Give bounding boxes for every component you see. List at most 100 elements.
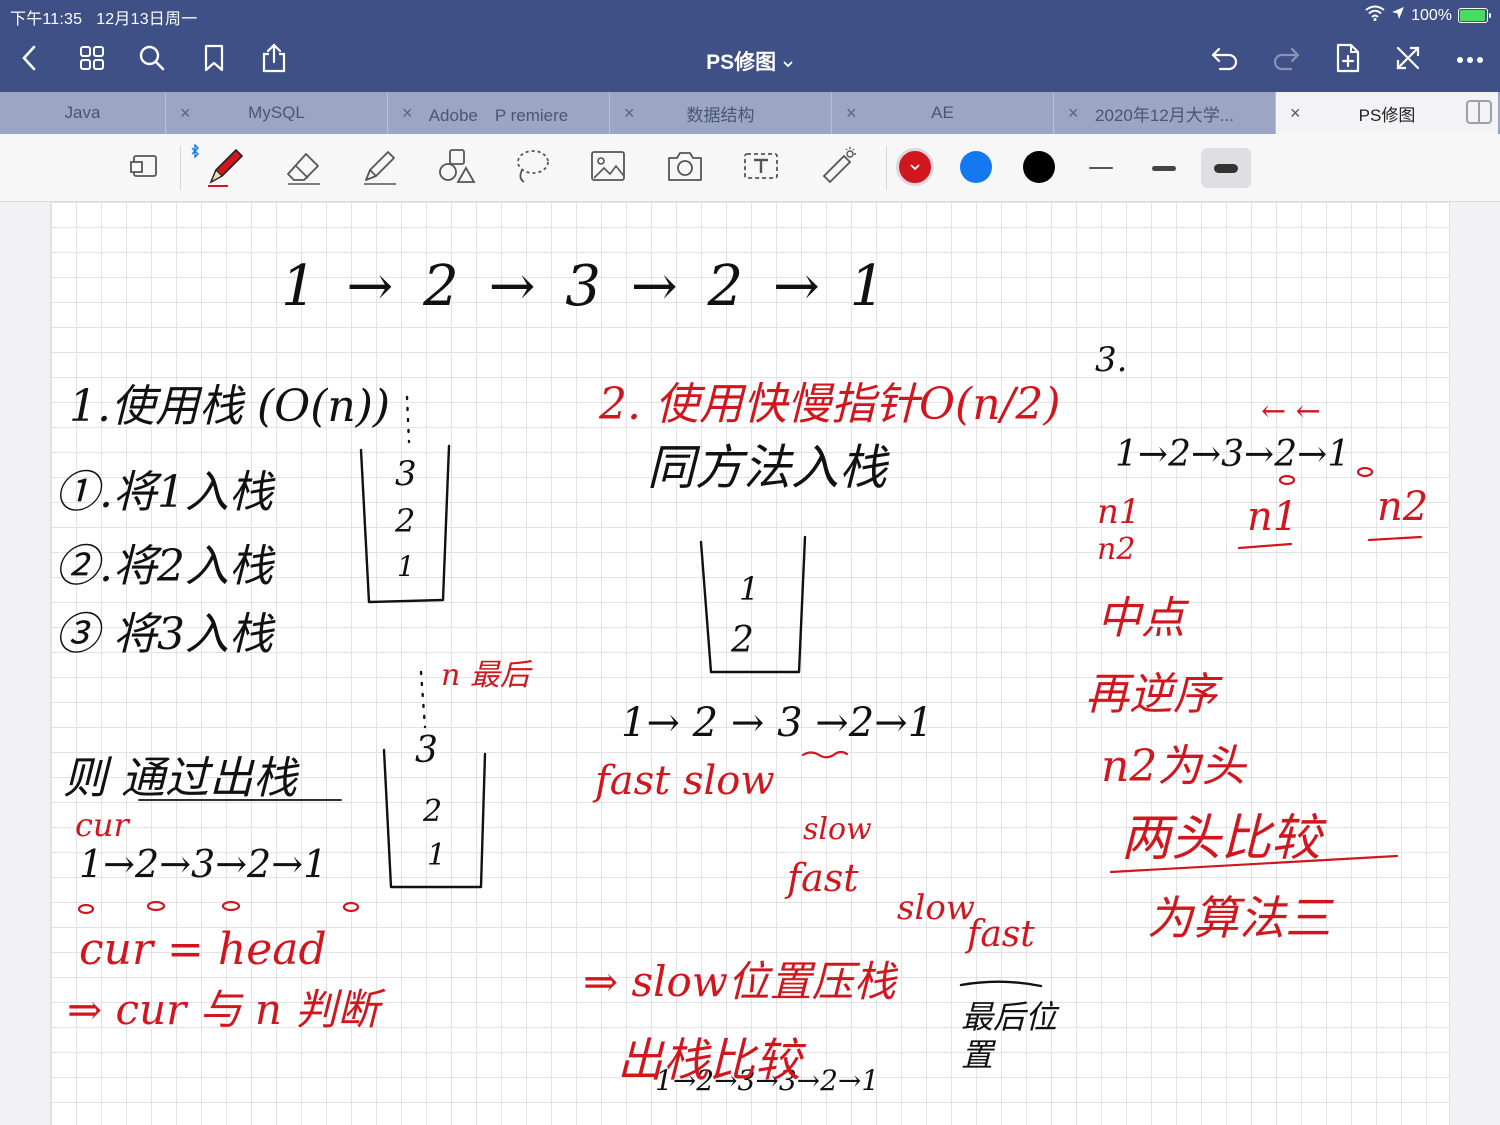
bookmark-icon <box>203 44 225 77</box>
note-fast-slow: fast slow <box>595 758 775 804</box>
battery-icon <box>1458 8 1491 23</box>
redo-button[interactable] <box>1268 42 1304 78</box>
text-box-icon <box>741 148 781 189</box>
tab-ae[interactable]: × AE <box>832 92 1054 134</box>
undo-icon <box>1210 45 1240 76</box>
share-button[interactable] <box>256 42 292 78</box>
tab-data-structures[interactable]: × 数据结构 <box>610 92 832 134</box>
lasso-icon <box>512 146 552 191</box>
redo-icon <box>1271 45 1301 76</box>
battery-level <box>1460 10 1485 21</box>
note-compare-ends: 两头比较 <box>1121 809 1321 867</box>
grid-icon <box>79 45 105 76</box>
eraser-icon <box>284 146 324 191</box>
tab-close-icon[interactable]: × <box>846 103 857 124</box>
tab-label: MySQL <box>248 103 305 122</box>
note-list-right: 1→2→3→2→1 <box>1115 434 1351 475</box>
medium-line-icon <box>1152 165 1176 171</box>
thin-line-icon <box>1089 167 1113 169</box>
stack1-item: 2 <box>395 502 416 540</box>
note-method3: 3. <box>1095 340 1128 380</box>
expand-button[interactable] <box>1390 42 1426 78</box>
tab-label: Adobe P remiere <box>428 105 569 125</box>
stack3-item: 2 <box>731 620 754 661</box>
document-title-text: PS修图 <box>706 51 777 74</box>
color-swatch-black[interactable] <box>1023 151 1055 183</box>
tab-label: 2020年12月大学... <box>1095 105 1234 125</box>
stack2-item: 2 <box>423 794 443 829</box>
note-pop-stack: 则 通过出栈 <box>63 753 297 804</box>
note-cur-n: ⇒ cur 与 n 判断 <box>67 985 380 1034</box>
note-arrows: ← ← <box>1261 394 1321 429</box>
eraser-tool[interactable] <box>282 146 326 190</box>
document-toolbar: PS修图 <box>0 28 1500 92</box>
read-only-mode-button[interactable] <box>122 146 166 190</box>
tab-ps-edit[interactable]: × PS修图 <box>1276 92 1498 134</box>
expand-icon <box>1395 45 1421 76</box>
bookmark-button[interactable] <box>196 42 232 78</box>
note-top-list: 1 → 2 → 3 → 2 → 1 <box>281 254 892 319</box>
note-midpoint: 中点 <box>1097 593 1185 644</box>
tab-label: PS修图 <box>1358 105 1416 125</box>
note-slow-1: slow <box>803 812 872 847</box>
stroke-medium-button[interactable] <box>1139 148 1189 188</box>
thick-line-icon <box>1214 163 1238 173</box>
image-tool[interactable] <box>586 146 630 190</box>
note-n2-b: n2 <box>1377 484 1429 530</box>
split-view-icon[interactable] <box>1466 100 1492 124</box>
tab-close-icon[interactable]: × <box>402 103 413 124</box>
tab-university-2020[interactable]: × 2020年12月大学... <box>1054 92 1276 134</box>
more-button[interactable] <box>1452 42 1488 78</box>
note-method1-title: 1.使用栈 (O(n)) <box>69 381 391 432</box>
color-swatch-blue[interactable] <box>960 151 992 183</box>
status-bar: 下午11:35 12月13日周一 100% <box>0 0 1500 28</box>
add-page-button[interactable] <box>1330 42 1366 78</box>
toolbar-divider <box>180 146 181 190</box>
tab-close-icon[interactable]: × <box>1290 103 1301 124</box>
tab-close-icon[interactable]: × <box>180 103 191 124</box>
thumbnails-button[interactable] <box>74 42 110 78</box>
pen-tool[interactable] <box>202 146 246 190</box>
back-button[interactable] <box>12 42 48 78</box>
search-button[interactable] <box>134 42 170 78</box>
note-n2-head: n2为头 <box>1101 741 1246 792</box>
stack3-item: 1 <box>739 570 760 608</box>
note-step3: ③ 将3入栈 <box>55 609 273 660</box>
tab-premiere[interactable]: × Adobe P remiere <box>388 92 610 134</box>
note-fast-2: fast <box>967 914 1035 955</box>
stack1-item: 1 <box>397 550 415 583</box>
stroke-thin-button[interactable] <box>1076 148 1126 188</box>
document-title[interactable]: PS修图 <box>706 51 794 74</box>
shapes-icon <box>436 146 476 191</box>
undo-button[interactable] <box>1207 42 1243 78</box>
note-n-last: n 最后 <box>441 658 530 693</box>
text-tool[interactable] <box>739 146 783 190</box>
tab-close-icon[interactable]: × <box>1068 103 1079 124</box>
lasso-tool[interactable] <box>510 146 554 190</box>
laser-pointer-tool[interactable] <box>816 146 860 190</box>
note-page[interactable]: 1 → 2 → 3 → 2 → 1 1.使用栈 (O(n)) ①.将1入栈 ②.… <box>50 202 1450 1125</box>
note-n2: n2 <box>1097 532 1136 567</box>
note-reverse: 再逆序 <box>1085 669 1217 720</box>
tab-mysql[interactable]: × MySQL <box>166 92 388 134</box>
wifi-icon <box>1365 5 1385 26</box>
tab-label: AE <box>931 103 954 122</box>
color-swatch-red[interactable] <box>896 148 934 186</box>
tab-label: 数据结构 <box>686 105 755 125</box>
search-icon <box>138 44 166 77</box>
note-step1: ①.将1入栈 <box>55 467 273 518</box>
tab-java[interactable]: Java <box>0 92 166 134</box>
highlighter-icon <box>360 146 400 191</box>
stroke-thick-button[interactable] <box>1201 148 1251 188</box>
laser-pointer-icon <box>818 146 858 191</box>
highlighter-tool[interactable] <box>358 146 402 190</box>
note-method2-sub: 同方法入栈 <box>647 440 888 496</box>
bluetooth-icon <box>190 143 200 163</box>
tab-close-icon[interactable]: × <box>624 103 635 124</box>
note-n1: n1 <box>1097 492 1141 532</box>
camera-tool[interactable] <box>663 146 707 190</box>
shapes-tool[interactable] <box>434 146 478 190</box>
stack2-item: 1 <box>427 838 447 873</box>
note-step2: ②.将2入栈 <box>55 541 273 592</box>
toolbar-divider <box>886 146 887 190</box>
